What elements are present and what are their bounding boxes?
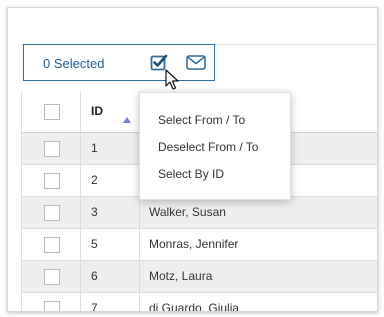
envelope-icon[interactable]	[186, 55, 206, 75]
header-select-cell	[22, 91, 81, 132]
row-id: 3	[91, 204, 98, 219]
select-all-checkbox[interactable]	[44, 103, 60, 120]
selection-dropdown-menu: Select From / To Deselect From / To Sele…	[139, 92, 291, 200]
menu-item-deselect-from-to[interactable]: Deselect From / To	[158, 140, 258, 154]
menu-item-select-by-id[interactable]: Select By ID	[158, 167, 224, 181]
row-id: 6	[91, 268, 98, 283]
table-row[interactable]: 3 Walker, Susan	[22, 197, 377, 229]
id-header-label: ID	[91, 103, 103, 118]
row-checkbox[interactable]	[44, 268, 60, 285]
row-name: Motz, Laura	[149, 268, 213, 283]
row-name: di Guardo, Giulia	[149, 300, 240, 312]
row-id: 2	[91, 172, 98, 187]
selected-count: 0 Selected	[43, 56, 105, 71]
table-row[interactable]: 6 Motz, Laura	[22, 261, 377, 293]
row-name: Monras, Jennifer	[149, 236, 239, 251]
table-row[interactable]: 5 Monras, Jennifer	[22, 229, 377, 261]
menu-item-select-from-to[interactable]: Select From / To	[158, 113, 245, 127]
row-checkbox[interactable]	[44, 204, 60, 221]
selection-toolbar: 0 Selected	[23, 44, 215, 81]
row-checkbox[interactable]	[44, 236, 60, 253]
id-column-header[interactable]: ID	[81, 91, 140, 132]
row-id: 7	[91, 300, 98, 312]
table-row[interactable]: 7 di Guardo, Giulia	[22, 293, 377, 312]
row-id: 1	[91, 140, 98, 155]
row-checkbox[interactable]	[44, 300, 60, 311]
sort-ascending-icon	[123, 110, 131, 128]
row-checkbox[interactable]	[44, 140, 60, 157]
row-id: 5	[91, 236, 98, 251]
row-name: Walker, Susan	[149, 204, 226, 219]
row-checkbox[interactable]	[44, 172, 60, 189]
